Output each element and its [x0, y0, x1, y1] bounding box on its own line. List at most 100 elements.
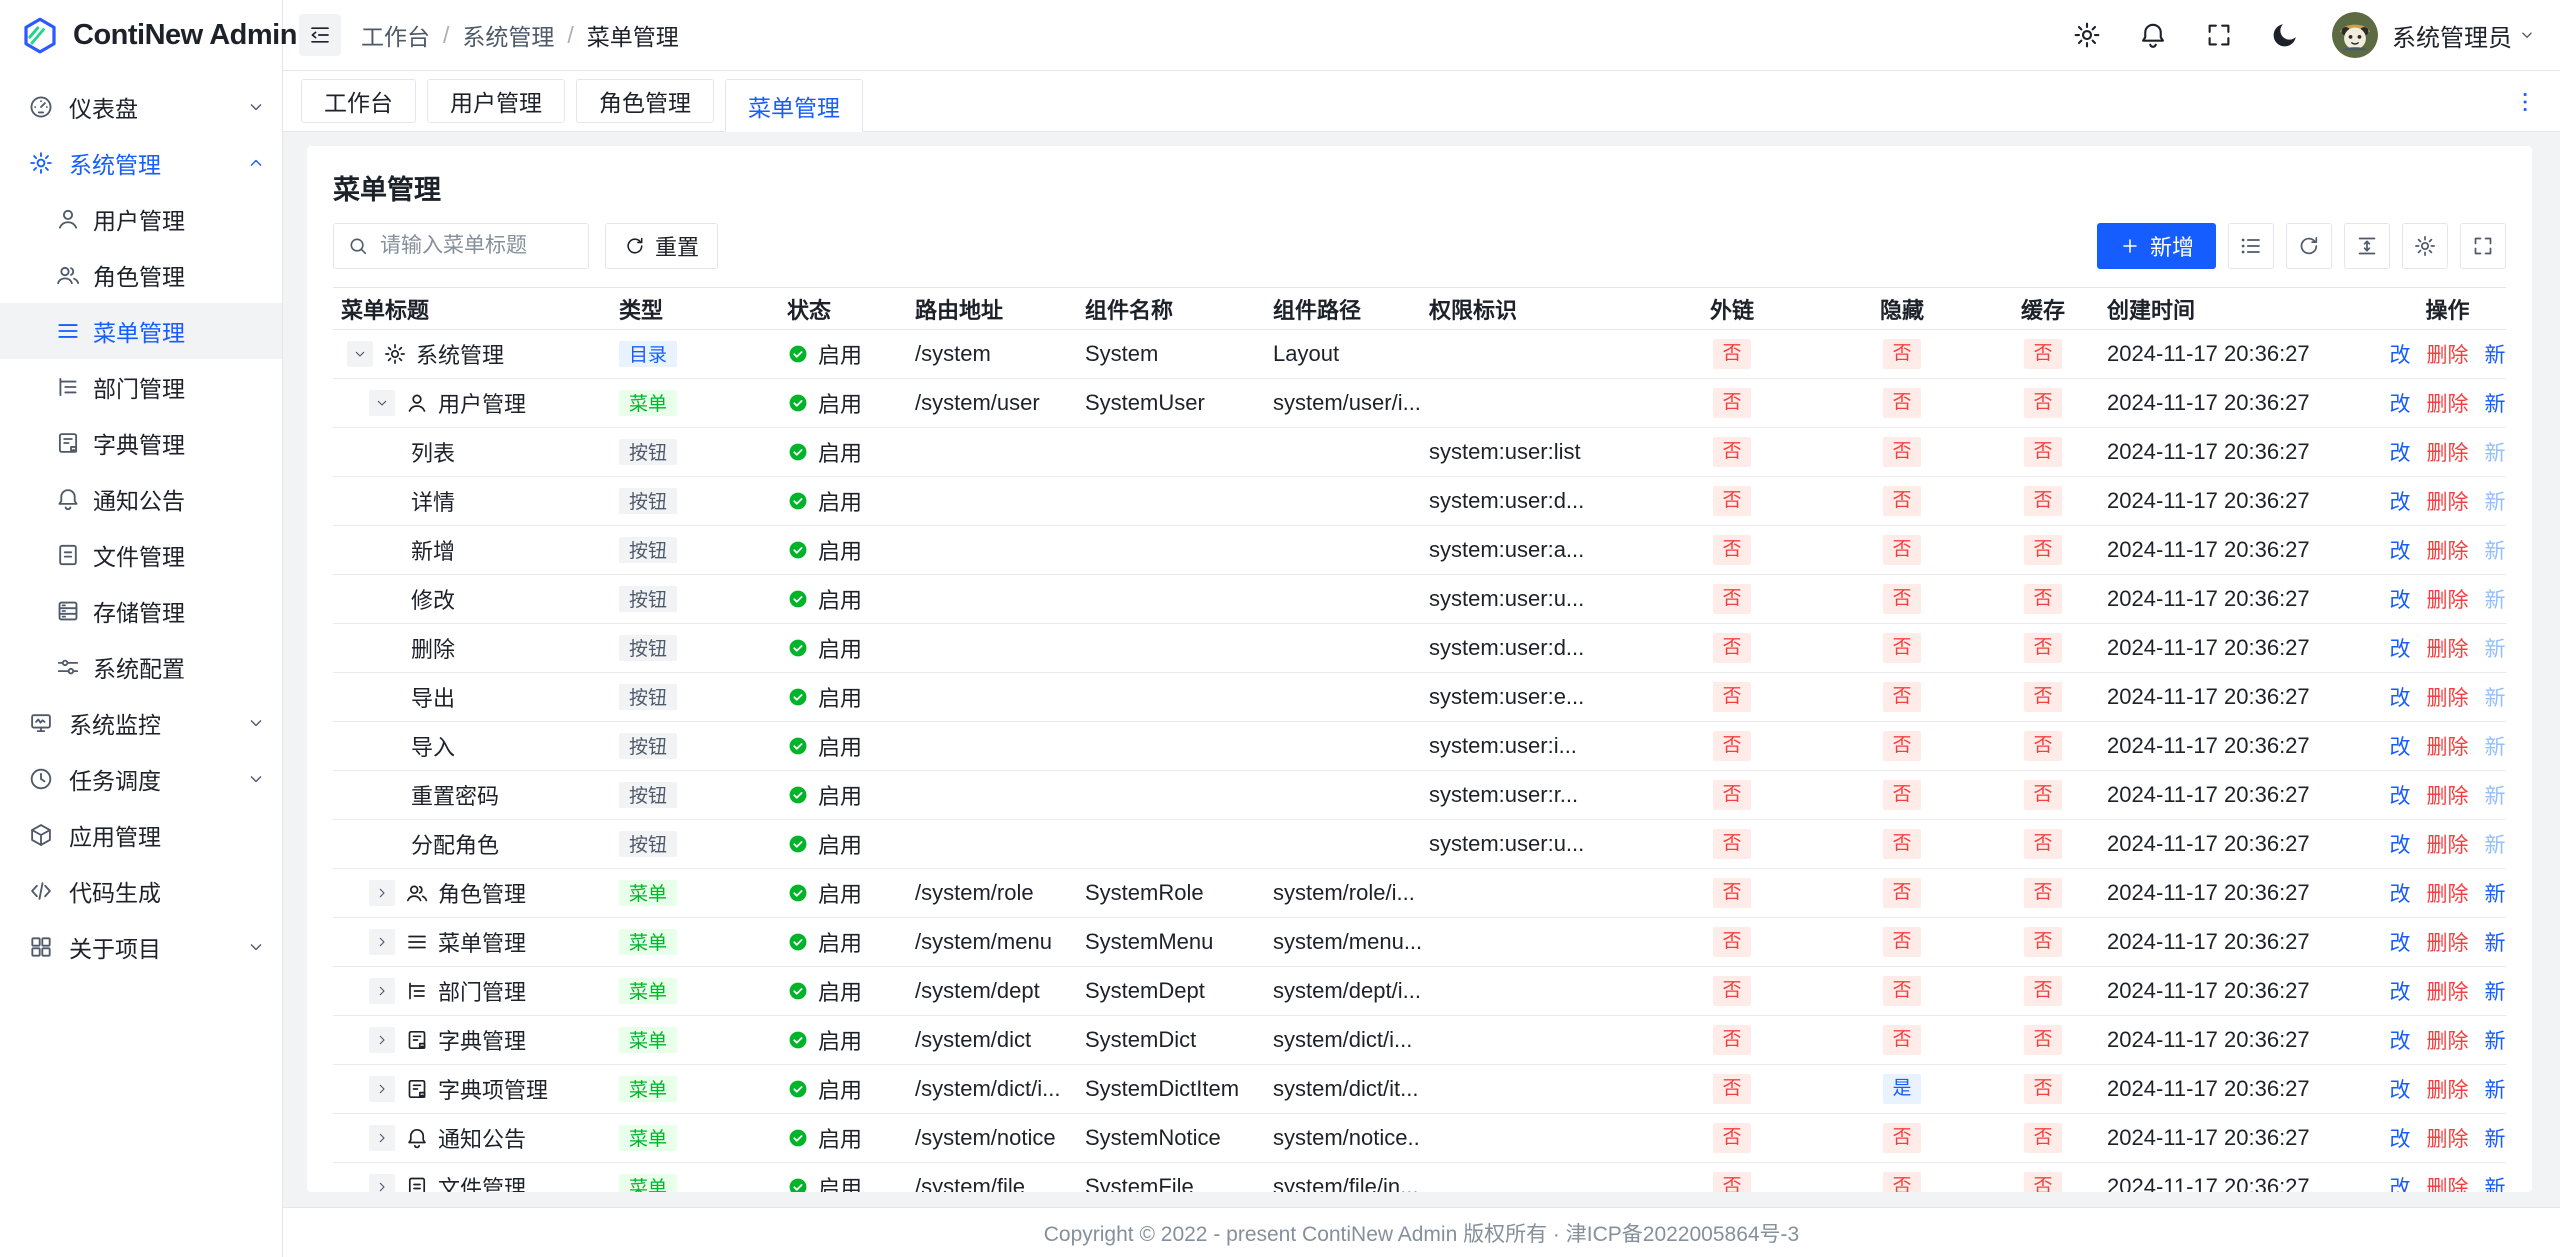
delete-link[interactable]: 删除	[2427, 486, 2469, 516]
delete-link[interactable]: 删除	[2427, 388, 2469, 418]
sidebar-item-schedule[interactable]: 任务调度	[0, 751, 282, 807]
expand-row-button[interactable]	[369, 1174, 395, 1192]
sidebar-item-user[interactable]: 用户管理	[0, 191, 282, 247]
edit-link[interactable]: 修改	[2389, 780, 2411, 810]
refresh-table-button[interactable]	[2286, 223, 2332, 269]
sidebar-item-system[interactable]: 系统管理	[0, 135, 282, 191]
sidebar-item-about[interactable]: 关于项目	[0, 919, 282, 975]
delete-link[interactable]: 删除	[2427, 878, 2469, 908]
sidebar-item-codegen[interactable]: 代码生成	[0, 863, 282, 919]
check-circle-icon	[787, 980, 809, 1002]
row-height-button[interactable]	[2344, 223, 2390, 269]
breadcrumb-item[interactable]: 系统管理	[462, 18, 554, 52]
delete-link[interactable]: 删除	[2427, 976, 2469, 1006]
delete-link[interactable]: 删除	[2427, 927, 2469, 957]
sidebar-item-storage[interactable]: 存储管理	[0, 583, 282, 639]
type-tag: 菜单	[619, 1076, 677, 1102]
edit-link[interactable]: 修改	[2389, 584, 2411, 614]
cell-actions: 修改删除新增	[2389, 633, 2506, 663]
breadcrumb-item[interactable]: 工作台	[361, 18, 430, 52]
expand-row-button[interactable]	[369, 978, 395, 1004]
add-child-link[interactable]: 新增	[2485, 976, 2507, 1006]
edit-link[interactable]: 修改	[2389, 829, 2411, 859]
add-child-link[interactable]: 新增	[2485, 388, 2507, 418]
expand-row-button[interactable]	[369, 1027, 395, 1053]
edit-link[interactable]: 修改	[2389, 535, 2411, 565]
delete-link[interactable]: 删除	[2427, 780, 2469, 810]
tab-role[interactable]: 角色管理	[576, 79, 714, 123]
delete-link[interactable]: 删除	[2427, 1123, 2469, 1153]
fullscreen-icon[interactable]	[2204, 20, 2234, 50]
edit-link[interactable]: 修改	[2389, 878, 2411, 908]
sidebar-item-dashboard[interactable]: 仪表盘	[0, 79, 282, 135]
add-child-link[interactable]: 新增	[2485, 339, 2507, 369]
delete-link[interactable]: 删除	[2427, 535, 2469, 565]
cell-created: 2024-11-17 20:36:27	[2099, 978, 2389, 1004]
search-input[interactable]	[378, 233, 575, 259]
add-child-link[interactable]: 新增	[2485, 1025, 2507, 1055]
edit-link[interactable]: 修改	[2389, 731, 2411, 761]
expand-row-button[interactable]	[369, 1125, 395, 1151]
delete-link[interactable]: 删除	[2427, 584, 2469, 614]
add-child-link[interactable]: 新增	[2485, 927, 2507, 957]
sidebar-item-dict[interactable]: 字典管理	[0, 415, 282, 471]
expand-row-button[interactable]	[369, 1076, 395, 1102]
delete-link[interactable]: 删除	[2427, 633, 2469, 663]
add-child-link[interactable]: 新增	[2485, 1172, 2507, 1192]
more-vertical-icon[interactable]	[2512, 89, 2538, 115]
edit-link[interactable]: 修改	[2389, 633, 2411, 663]
reset-button[interactable]: 重置	[605, 223, 718, 269]
settings-gear-icon[interactable]	[2072, 20, 2102, 50]
add-child-link[interactable]: 新增	[2485, 1123, 2507, 1153]
list-view-button[interactable]	[2228, 223, 2274, 269]
edit-link[interactable]: 修改	[2389, 388, 2411, 418]
sidebar-item-config[interactable]: 系统配置	[0, 639, 282, 695]
edit-link[interactable]: 修改	[2389, 927, 2411, 957]
edit-link[interactable]: 修改	[2389, 1172, 2411, 1192]
edit-link[interactable]: 修改	[2389, 976, 2411, 1006]
edit-link[interactable]: 修改	[2389, 486, 2411, 516]
edit-link[interactable]: 修改	[2389, 1123, 2411, 1153]
delete-link[interactable]: 删除	[2427, 339, 2469, 369]
column-settings-button[interactable]	[2402, 223, 2448, 269]
user-avatar[interactable]	[2332, 12, 2378, 58]
cache-badge: 否	[2024, 1025, 2061, 1056]
expand-row-button[interactable]	[369, 880, 395, 906]
delete-link[interactable]: 删除	[2427, 1172, 2469, 1192]
delete-link[interactable]: 删除	[2427, 1074, 2469, 1104]
collapse-row-button[interactable]	[347, 341, 373, 367]
sidebar-item-monitor[interactable]: 系统监控	[0, 695, 282, 751]
sidebar-item-label: 系统配置	[93, 650, 266, 684]
edit-link[interactable]: 修改	[2389, 682, 2411, 712]
bell-icon[interactable]	[2138, 20, 2168, 50]
sidebar-item-notice[interactable]: 通知公告	[0, 471, 282, 527]
edit-link[interactable]: 修改	[2389, 437, 2411, 467]
add-child-link[interactable]: 新增	[2485, 1074, 2507, 1104]
expand-row-button[interactable]	[369, 929, 395, 955]
delete-link[interactable]: 删除	[2427, 682, 2469, 712]
cell-actions: 修改删除新增	[2389, 1074, 2506, 1104]
tab-workplace[interactable]: 工作台	[301, 79, 416, 123]
app-logo[interactable]: ContiNew Admin	[0, 0, 282, 71]
tab-menu[interactable]: 菜单管理	[725, 79, 863, 132]
tab-user[interactable]: 用户管理	[427, 79, 565, 123]
table-fullscreen-button[interactable]	[2460, 223, 2506, 269]
sidebar-item-file[interactable]: 文件管理	[0, 527, 282, 583]
edit-link[interactable]: 修改	[2389, 339, 2411, 369]
delete-link[interactable]: 删除	[2427, 1025, 2469, 1055]
sidebar-item-dept[interactable]: 部门管理	[0, 359, 282, 415]
sidebar-item-app[interactable]: 应用管理	[0, 807, 282, 863]
collapse-row-button[interactable]	[369, 390, 395, 416]
user-name[interactable]: 系统管理员	[2392, 18, 2512, 53]
delete-link[interactable]: 删除	[2427, 731, 2469, 761]
delete-link[interactable]: 删除	[2427, 829, 2469, 859]
add-child-link[interactable]: 新增	[2485, 878, 2507, 908]
edit-link[interactable]: 修改	[2389, 1025, 2411, 1055]
moon-icon[interactable]	[2270, 20, 2300, 50]
add-button[interactable]: 新增	[2097, 223, 2216, 269]
edit-link[interactable]: 修改	[2389, 1074, 2411, 1104]
sidebar-item-menu[interactable]: 菜单管理	[0, 303, 282, 359]
delete-link[interactable]: 删除	[2427, 437, 2469, 467]
sidebar-collapse-button[interactable]	[299, 14, 341, 56]
sidebar-item-role[interactable]: 角色管理	[0, 247, 282, 303]
